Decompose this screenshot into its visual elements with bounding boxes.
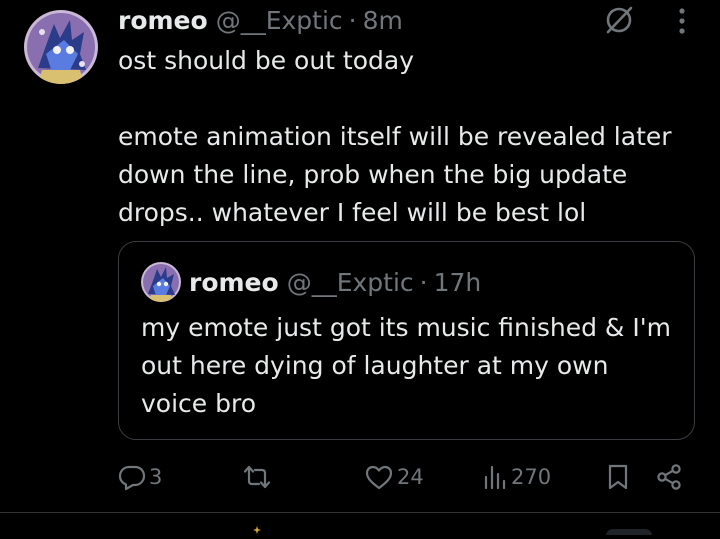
repost-icon — [242, 463, 272, 491]
like-icon — [364, 463, 394, 491]
bookmark-button[interactable] — [606, 455, 630, 499]
action-bar: 3 24 270 — [0, 455, 720, 499]
views-count: 270 — [511, 465, 552, 489]
post-text: ost should be out today emote animation … — [118, 46, 672, 227]
quoted-timestamp[interactable]: 17h — [434, 268, 482, 297]
views-icon — [482, 463, 508, 491]
share-button[interactable] — [655, 455, 683, 499]
reply-icon — [118, 463, 146, 491]
avatar[interactable] — [24, 10, 98, 84]
reply-button[interactable]: 3 — [118, 455, 162, 499]
share-icon — [655, 463, 683, 491]
quoted-avatar[interactable] — [141, 262, 181, 302]
more-vertical-icon[interactable] — [670, 7, 694, 35]
bookmark-icon — [606, 463, 630, 491]
views-button[interactable]: 270 — [482, 455, 551, 499]
author-handle[interactable]: @__Exptic — [216, 6, 343, 35]
author-name[interactable]: romeo — [118, 6, 208, 35]
post-header: romeo @__Exptic · 8m — [118, 4, 403, 36]
like-button[interactable]: 24 — [364, 455, 424, 499]
quoted-header: romeo @__Exptic · 17h — [189, 264, 481, 300]
quoted-author-name[interactable]: romeo — [189, 268, 279, 297]
grok-slash-icon[interactable] — [604, 5, 634, 35]
like-count: 24 — [397, 465, 424, 489]
sparkle-icon — [252, 520, 262, 534]
repost-button[interactable] — [242, 455, 275, 499]
post-timestamp[interactable]: 8m — [363, 6, 403, 35]
divider — [0, 512, 720, 513]
reply-count: 3 — [149, 465, 163, 489]
quoted-author-handle[interactable]: @__Exptic — [287, 268, 414, 297]
next-row-chip — [606, 520, 652, 539]
quoted-separator-dot: · — [419, 267, 428, 297]
separator-dot: · — [348, 5, 357, 35]
quoted-post[interactable]: romeo @__Exptic · 17h my emote just got … — [118, 241, 695, 440]
quoted-text: my emote just got its music finished & I… — [141, 313, 671, 418]
